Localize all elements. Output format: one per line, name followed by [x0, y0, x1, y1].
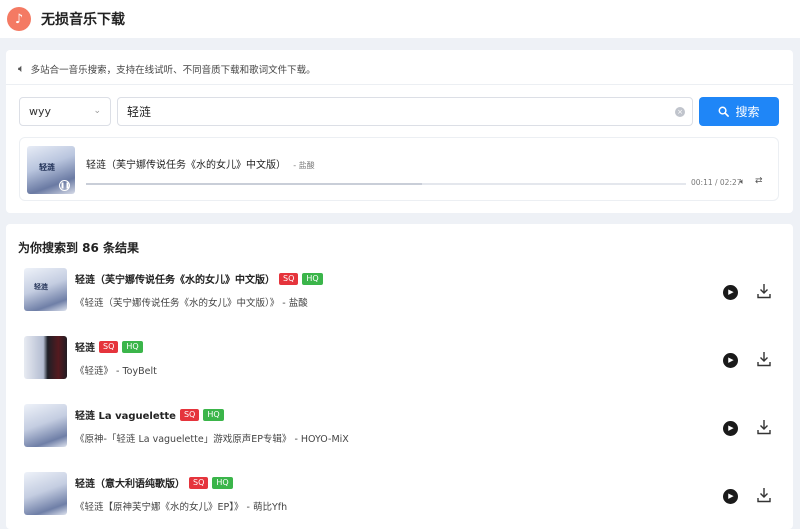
sq-badge: SQ	[179, 408, 200, 421]
result-row[interactable]: 轻涟（意大利语纯歌版） SQ HQ 《轻涟【原神芙宁娜《水的女儿》EP】》 - …	[24, 472, 779, 516]
result-cover	[24, 404, 67, 447]
hq-badge: HQ	[122, 340, 143, 353]
hq-badge: HQ	[203, 408, 224, 421]
player-track-title: 轻涟（芙宁娜传说任务《水的女儿》中文版）	[86, 160, 286, 171]
progress-fill	[86, 183, 422, 185]
volume-icon[interactable]: 🔈︎	[740, 177, 745, 187]
source-select-value: wyy	[29, 105, 52, 118]
result-row[interactable]: 轻涟 轻涟（芙宁娜传说任务《水的女儿》中文版） SQ HQ 《轻涟（芙宁娜传说任…	[24, 268, 779, 312]
play-icon[interactable]: ▶	[723, 489, 738, 504]
loop-icon[interactable]: ⇄	[755, 176, 763, 186]
result-album-artist: 《轻涟》 - ToyBelt	[75, 366, 157, 377]
notice-bar: 🔈︎ 多站合一音乐搜索，支持在线试听、不同音质下载和歌词文件下载。	[18, 62, 316, 76]
search-panel: 🔈︎ 多站合一音乐搜索，支持在线试听、不同音质下载和歌词文件下载。 wyy ⌄ …	[6, 50, 793, 213]
search-button-label: 搜索	[735, 105, 760, 119]
download-icon[interactable]	[757, 283, 771, 299]
result-title: 轻涟（芙宁娜传说任务《水的女儿》中文版） SQ HQ	[75, 271, 323, 286]
sq-badge: SQ	[99, 340, 119, 353]
sq-badge: SQ	[189, 476, 209, 489]
result-album-artist: 《轻涟（芙宁娜传说任务《水的女儿》中文版）》 - 盐酸	[75, 298, 308, 309]
cover-text: 轻涟	[39, 163, 55, 172]
search-input-value: 轻涟	[127, 105, 152, 119]
hq-badge: HQ	[302, 272, 323, 285]
result-cover	[24, 472, 67, 515]
result-cover	[24, 336, 67, 379]
audio-player: 轻涟 ❚❚ 轻涟（芙宁娜传说任务《水的女儿》中文版） - 盐酸 00:11 / …	[19, 137, 779, 201]
hq-badge: HQ	[212, 476, 233, 489]
source-select[interactable]: wyy ⌄	[19, 97, 111, 126]
search-input[interactable]: 轻涟 ×	[117, 97, 693, 126]
result-cover: 轻涟	[24, 268, 67, 311]
sq-badge: SQ	[279, 272, 299, 285]
result-name: 轻涟 La vaguelette	[75, 411, 176, 422]
download-icon[interactable]	[757, 419, 771, 435]
results-panel: 为你搜索到 86 条结果 轻涟 轻涟（芙宁娜传说任务《水的女儿》中文版） SQ …	[6, 224, 793, 529]
result-name: 轻涟（意大利语纯歌版）	[75, 479, 185, 490]
result-album-artist: 《轻涟【原神芙宁娜《水的女儿》EP】》 - 萌比Yfh	[75, 502, 288, 513]
music-note-icon: ♪	[7, 7, 31, 31]
play-icon[interactable]: ▶	[723, 421, 738, 436]
speaker-icon: 🔈︎	[18, 62, 25, 75]
app-header: ♪ 无损音乐下载	[0, 0, 800, 38]
result-name: 轻涟	[75, 343, 95, 354]
search-button[interactable]: 搜索	[699, 97, 779, 126]
progress-bar[interactable]	[86, 183, 686, 185]
result-title: 轻涟（意大利语纯歌版） SQ HQ	[75, 475, 233, 490]
result-cover-text: 轻涟	[34, 283, 48, 291]
play-icon[interactable]: ▶	[723, 353, 738, 368]
play-icon[interactable]: ▶	[723, 285, 738, 300]
chevron-down-icon: ⌄	[93, 106, 101, 116]
notice-text: 多站合一音乐搜索，支持在线试听、不同音质下载和歌词文件下载。	[30, 65, 316, 76]
search-icon	[719, 106, 730, 117]
results-heading: 为你搜索到 86 条结果	[18, 241, 140, 255]
result-title: 轻涟 SQ HQ	[75, 339, 143, 354]
player-time: 00:11 / 02:27	[691, 178, 742, 187]
player-artist: - 盐酸	[293, 161, 315, 170]
album-cover: 轻涟 ❚❚	[27, 146, 75, 194]
result-row[interactable]: 轻涟 SQ HQ 《轻涟》 - ToyBelt ▶	[24, 336, 779, 380]
result-title: 轻涟 La vaguelette SQ HQ	[75, 407, 224, 422]
download-icon[interactable]	[757, 351, 771, 367]
download-icon[interactable]	[757, 487, 771, 503]
divider	[6, 84, 793, 85]
pause-icon[interactable]: ❚❚	[59, 180, 70, 191]
result-album-artist: 《原神-「轻涟 La vaguelette」游戏原声EP专辑》 - HOYO-M…	[75, 434, 349, 445]
result-row[interactable]: 轻涟 La vaguelette SQ HQ 《原神-「轻涟 La vaguel…	[24, 404, 779, 448]
app-title: 无损音乐下载	[41, 12, 125, 28]
player-title: 轻涟（芙宁娜传说任务《水的女儿》中文版） - 盐酸	[86, 156, 315, 171]
result-name: 轻涟（芙宁娜传说任务《水的女儿》中文版）	[75, 275, 275, 286]
clear-icon[interactable]: ×	[675, 107, 685, 117]
